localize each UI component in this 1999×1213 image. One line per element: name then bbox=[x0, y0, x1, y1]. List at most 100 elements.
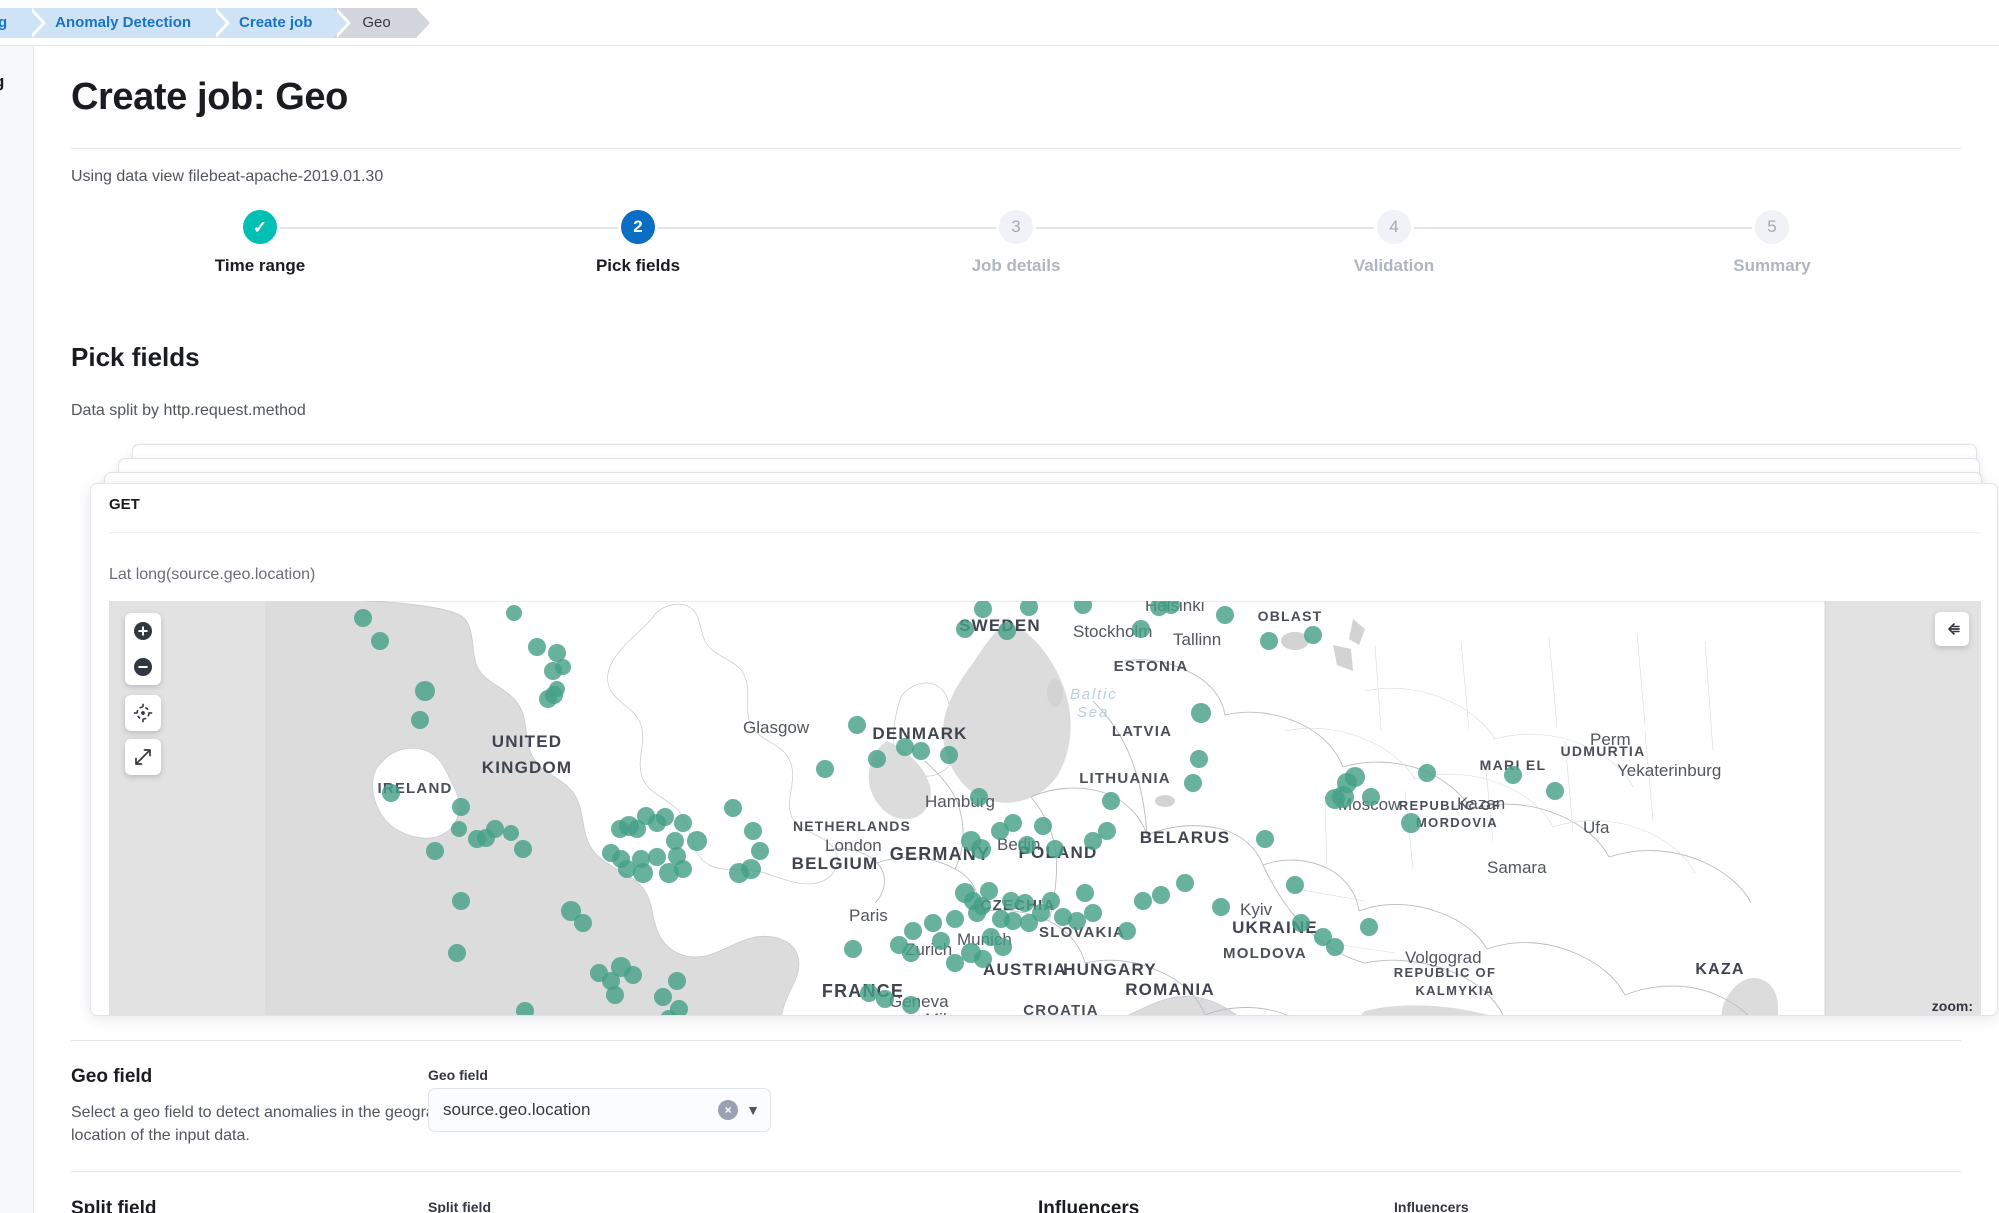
map-data-point[interactable] bbox=[1102, 792, 1120, 810]
fullscreen-button[interactable] bbox=[125, 739, 161, 775]
stepper-step-validation[interactable]: 4 Validation bbox=[1294, 210, 1494, 276]
map-data-point[interactable] bbox=[1176, 874, 1194, 892]
map-data-point[interactable] bbox=[751, 842, 769, 860]
map-data-point[interactable] bbox=[1084, 904, 1102, 922]
map-data-point[interactable] bbox=[654, 988, 672, 1006]
stepper-step-pick-fields[interactable]: 2 Pick fields bbox=[538, 210, 738, 276]
map-data-point[interactable] bbox=[506, 605, 522, 621]
map-data-point[interactable] bbox=[548, 644, 566, 662]
map-data-point[interactable] bbox=[1098, 822, 1116, 840]
map-data-point[interactable] bbox=[1034, 817, 1052, 835]
map-data-point[interactable] bbox=[1118, 922, 1136, 940]
geo-map[interactable]: .land { fill:#ffffff; stroke:#c6c8cd; st… bbox=[109, 601, 1981, 1015]
locate-button[interactable] bbox=[125, 695, 161, 731]
map-data-point[interactable] bbox=[724, 799, 742, 817]
map-data-point[interactable] bbox=[452, 798, 470, 816]
stepper-step-time-range[interactable]: ✓ Time range bbox=[160, 210, 360, 276]
map-data-point[interactable] bbox=[477, 829, 495, 847]
map-data-point[interactable] bbox=[860, 984, 878, 1002]
map-data-point[interactable] bbox=[1504, 766, 1522, 784]
map-data-point[interactable] bbox=[1326, 938, 1344, 956]
map-data-point[interactable] bbox=[902, 996, 920, 1014]
map-data-point[interactable] bbox=[902, 944, 920, 962]
map-data-point[interactable] bbox=[998, 622, 1016, 640]
map-data-point[interactable] bbox=[674, 814, 692, 832]
zoom-out-button[interactable] bbox=[125, 649, 161, 685]
map-data-point[interactable] bbox=[1304, 626, 1322, 644]
map-data-point[interactable] bbox=[924, 914, 942, 932]
map-data-point[interactable] bbox=[687, 831, 707, 851]
map-data-point[interactable] bbox=[844, 940, 862, 958]
map-data-point[interactable] bbox=[1191, 703, 1211, 723]
map-data-point[interactable] bbox=[668, 972, 686, 990]
map-data-point[interactable] bbox=[1190, 750, 1208, 768]
map-data-point[interactable] bbox=[452, 892, 470, 910]
map-data-point[interactable] bbox=[514, 840, 532, 858]
map-data-point[interactable] bbox=[539, 690, 557, 708]
map-data-point[interactable] bbox=[1292, 914, 1310, 932]
map-data-point[interactable] bbox=[648, 848, 666, 866]
map-data-point[interactable] bbox=[970, 788, 988, 806]
map-data-point[interactable] bbox=[1152, 886, 1170, 904]
map-data-point[interactable] bbox=[1418, 764, 1436, 782]
map-data-point[interactable] bbox=[816, 760, 834, 778]
legend-collapse-button[interactable] bbox=[1935, 612, 1969, 646]
chevron-down-icon[interactable]: ▼ bbox=[746, 1102, 760, 1118]
zoom-in-button[interactable] bbox=[125, 613, 161, 649]
map-data-point[interactable] bbox=[896, 738, 914, 756]
map-data-point[interactable] bbox=[1362, 788, 1380, 806]
stepper-step-summary[interactable]: 5 Summary bbox=[1672, 210, 1872, 276]
map-data-point[interactable] bbox=[1546, 782, 1564, 800]
map-data-point[interactable] bbox=[1401, 813, 1421, 833]
map-data-point[interactable] bbox=[411, 711, 429, 729]
map-data-point[interactable] bbox=[974, 950, 992, 968]
map-data-point[interactable] bbox=[633, 863, 653, 883]
map-data-point[interactable] bbox=[382, 784, 400, 802]
map-data-point[interactable] bbox=[1212, 898, 1230, 916]
map-data-point[interactable] bbox=[912, 742, 930, 760]
map-data-point[interactable] bbox=[448, 944, 466, 962]
map-data-point[interactable] bbox=[1042, 892, 1060, 910]
map-data-point[interactable] bbox=[971, 839, 991, 859]
map-data-point[interactable] bbox=[656, 808, 674, 826]
map-zoom-controls[interactable] bbox=[125, 613, 161, 685]
map-data-point[interactable] bbox=[1004, 912, 1022, 930]
map-data-point[interactable] bbox=[415, 681, 435, 701]
map-data-point[interactable] bbox=[611, 820, 629, 838]
map-data-point[interactable] bbox=[904, 922, 922, 940]
map-data-point[interactable] bbox=[1325, 789, 1345, 809]
map-fullscreen-control[interactable] bbox=[125, 739, 161, 775]
map-data-point[interactable] bbox=[932, 932, 950, 950]
map-data-point[interactable] bbox=[1345, 767, 1365, 787]
map-data-point[interactable] bbox=[1216, 606, 1234, 624]
map-data-point[interactable] bbox=[848, 716, 866, 734]
map-data-point[interactable] bbox=[1184, 774, 1202, 792]
map-data-point[interactable] bbox=[674, 860, 692, 878]
map-data-point[interactable] bbox=[876, 990, 894, 1008]
map-data-point[interactable] bbox=[624, 966, 642, 984]
map-data-point[interactable] bbox=[503, 825, 519, 841]
geo-field-select[interactable]: source.geo.location × ▼ bbox=[428, 1088, 771, 1132]
map-data-point[interactable] bbox=[574, 914, 592, 932]
map-data-point[interactable] bbox=[946, 910, 964, 928]
map-data-point[interactable] bbox=[354, 609, 372, 627]
map-data-point[interactable] bbox=[1360, 918, 1378, 936]
map-data-point[interactable] bbox=[1076, 884, 1094, 902]
map-data-point[interactable] bbox=[868, 750, 886, 768]
map-locate-control[interactable] bbox=[125, 695, 161, 731]
map-data-point[interactable] bbox=[956, 620, 974, 638]
map-data-point[interactable] bbox=[451, 821, 467, 837]
map-data-point[interactable] bbox=[1016, 894, 1034, 912]
map-data-point[interactable] bbox=[602, 844, 620, 862]
map-data-point[interactable] bbox=[1046, 840, 1064, 858]
breadcrumb-item-create-job[interactable]: Create job bbox=[213, 7, 352, 38]
map-data-point[interactable] bbox=[426, 842, 444, 860]
map-data-point[interactable] bbox=[1004, 814, 1022, 832]
map-data-point[interactable] bbox=[1018, 836, 1036, 854]
geo-field-clear-icon[interactable]: × bbox=[718, 1100, 739, 1120]
breadcrumb-item-truncated[interactable]: g bbox=[0, 7, 47, 38]
map-data-point[interactable] bbox=[1068, 912, 1086, 930]
map-data-point[interactable] bbox=[1260, 632, 1278, 650]
map-data-point[interactable] bbox=[973, 897, 991, 915]
map-data-point[interactable] bbox=[528, 638, 546, 656]
